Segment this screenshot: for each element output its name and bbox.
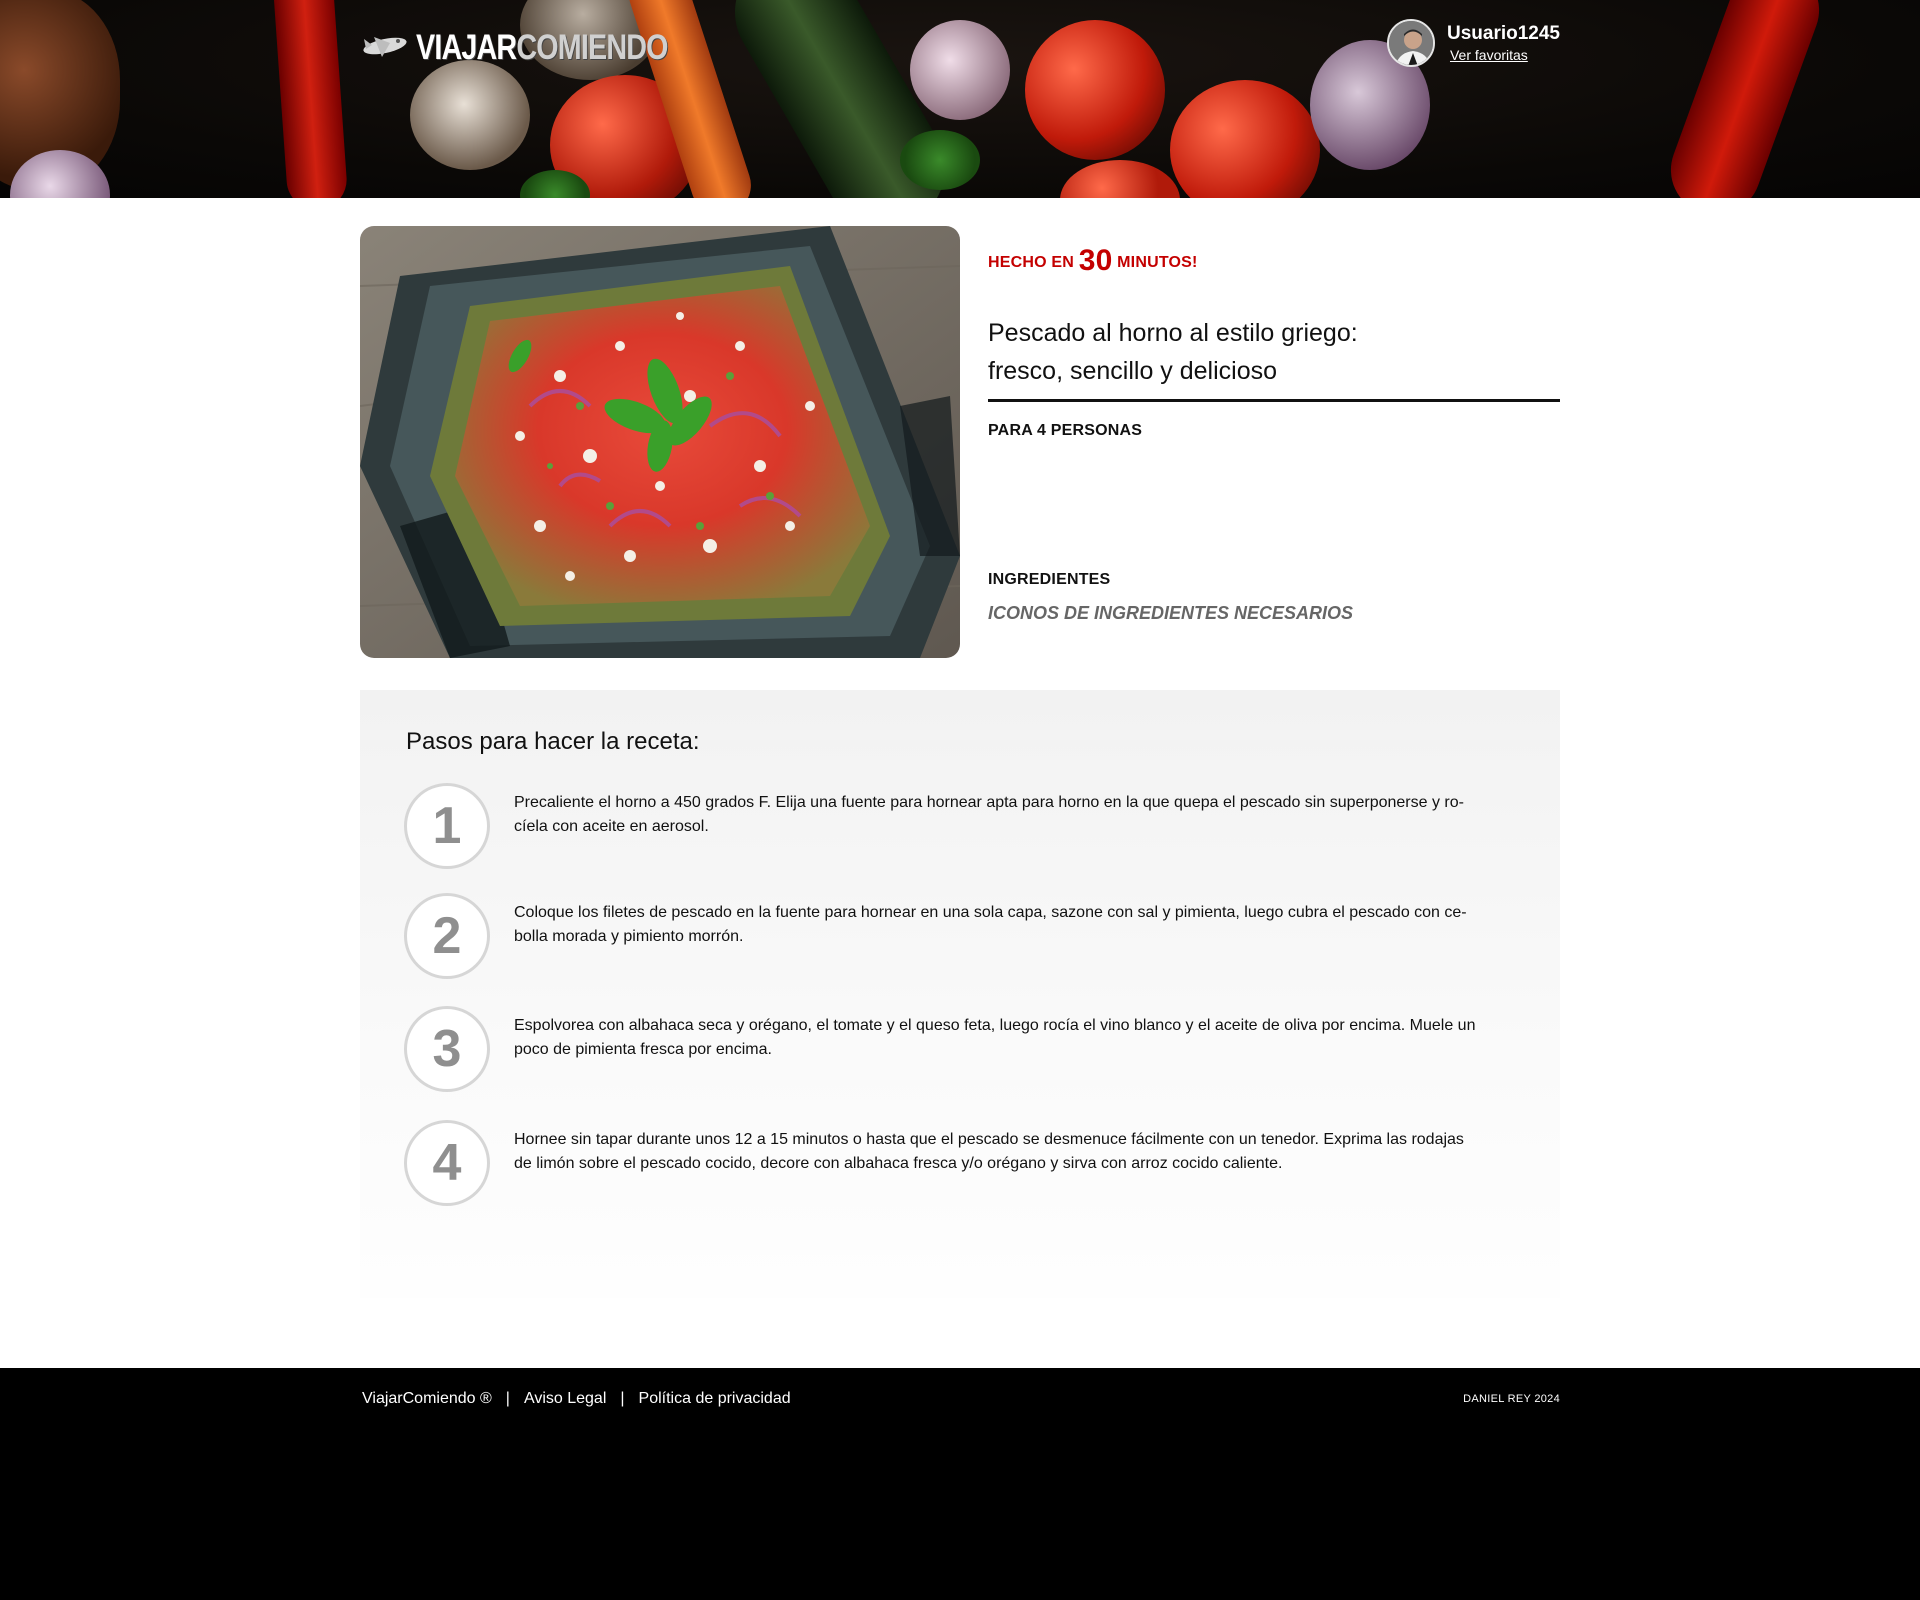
user-menu: Usuario1245 Ver favoritas [1386,18,1560,68]
servings: PARA 4 PERSONAS [988,422,1143,439]
step-item: 3 Espolvorea con albahaca seca y orégano… [404,1006,1524,1096]
step-text: Hornee sin tapar durante unos 12 a 15 mi… [514,1131,1464,1172]
airplane-icon [360,29,410,68]
cook-time: HECHO EN 30 MINUTOS! [988,244,1198,278]
header-content: VIAJARCOMIENDO Usuario1245 Ver favoritas [360,0,1560,198]
step-item: 4 Hornee sin tapar durante unos 12 a 15 … [404,1120,1524,1210]
time-prefix: HECHO EN [988,254,1075,271]
food-photo [360,226,960,658]
step-number: 1 [404,783,490,869]
title-line-1: Pescado al horno al estilo griego: [988,319,1358,347]
recipe-title: Pescado al horno al estilo griego: fresc… [988,314,1560,390]
recipe-steps: Pasos para hacer la receta: 1 Precalient… [360,690,1560,1298]
ingredients-heading: INGREDIENTES [988,571,1111,588]
legal-link[interactable]: Aviso Legal [524,1390,606,1408]
step-text: Precaliente el horno a 450 grados F. Eli… [514,794,1464,835]
step-number: 4 [404,1120,490,1206]
step-number: 2 [404,893,490,979]
step-text: Espolvorea con albahaca seca y orégano, … [514,1017,1476,1058]
avatar[interactable] [1386,19,1435,67]
step-number: 3 [404,1006,490,1092]
footer-separator: | [620,1390,625,1407]
footer-brand: ViajarComiendo ® [362,1390,492,1407]
footer-credit: DANIEL REY 2024 [1463,1393,1560,1405]
time-value: 30 [1078,244,1113,277]
step-text: Coloque los filetes de pescado en la fue… [514,904,1467,945]
favorites-link[interactable]: Ver favoritas [1447,47,1560,63]
recipe-info: HECHO EN 30 MINUTOS! Pescado al horno al… [988,226,1560,658]
ingredients-icons-placeholder: ICONOS DE INGREDIENTES NECESARIOS [988,603,1354,623]
footer-separator: | [505,1390,510,1407]
logo-text: VIAJARCOMIENDO [416,28,668,68]
site-logo[interactable]: VIAJARCOMIENDO [360,28,723,68]
time-suffix: MINUTOS! [1117,254,1198,271]
footer-links: ViajarComiendo ® | Aviso Legal | Polític… [362,1390,791,1408]
title-divider [988,399,1560,402]
header-banner: VIAJARCOMIENDO Usuario1245 Ver favoritas [0,0,1920,198]
footer: ViajarComiendo ® | Aviso Legal | Polític… [0,1368,1920,1600]
step-item: 1 Precaliente el horno a 450 grados F. E… [404,783,1524,873]
logo-part-1: VIAJAR [416,28,517,67]
privacy-link[interactable]: Política de privacidad [639,1390,791,1408]
recipe-summary: HECHO EN 30 MINUTOS! Pescado al horno al… [360,226,1560,658]
logo-part-2: COMIENDO [516,28,668,67]
title-line-2: fresco, sencillo y delicioso [988,357,1278,385]
user-name: Usuario1245 [1446,23,1560,44]
step-item: 2 Coloque los filetes de pescado en la f… [404,893,1524,983]
steps-title: Pasos para hacer la receta: [406,728,700,755]
